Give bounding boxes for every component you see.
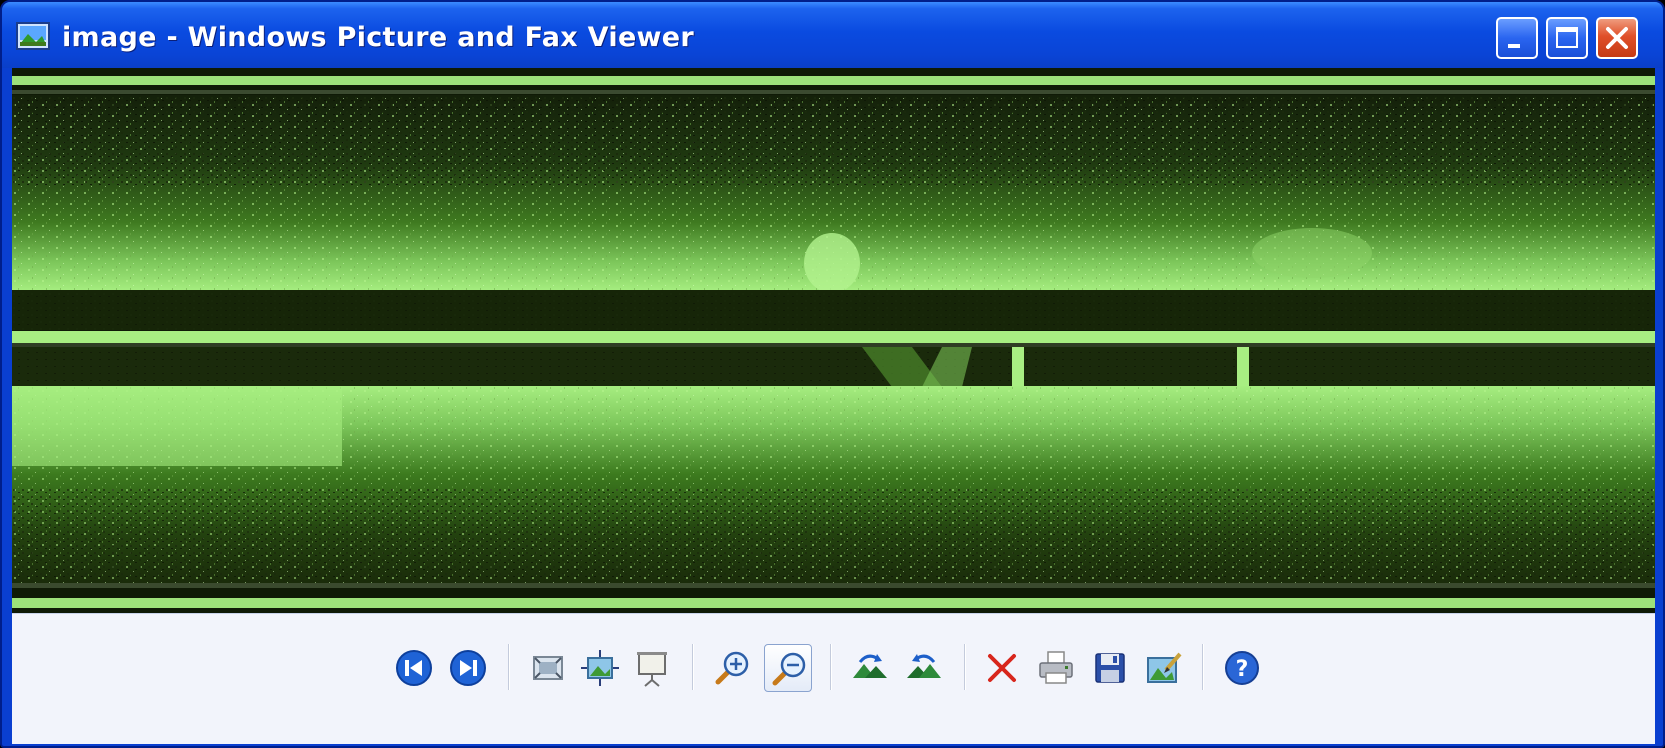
save-icon xyxy=(1095,653,1125,683)
close-button[interactable] xyxy=(1596,17,1638,59)
next-image-button[interactable] xyxy=(446,646,490,690)
zoom-in-button[interactable] xyxy=(710,646,754,690)
print-icon xyxy=(1039,651,1073,684)
next-image-icon xyxy=(450,650,486,686)
print-button[interactable] xyxy=(1034,646,1078,690)
rotate-counterclockwise-button[interactable] xyxy=(902,646,946,690)
rotate-clockwise-icon xyxy=(853,654,887,678)
svg-text:?: ? xyxy=(1236,657,1249,682)
toolbar-separator xyxy=(1202,644,1203,690)
maximize-button[interactable] xyxy=(1546,17,1588,59)
picture-viewer-window: image - Windows Picture and Fax Viewer ? xyxy=(0,0,1665,748)
delete-button[interactable] xyxy=(980,646,1024,690)
displayed-image xyxy=(12,68,1655,613)
previous-image-button[interactable] xyxy=(392,646,436,690)
picture-viewer-icon xyxy=(16,22,50,50)
rotate-counterclockwise-icon xyxy=(907,654,941,678)
help-icon: ? xyxy=(1225,651,1259,685)
toolbar-separator xyxy=(964,644,965,690)
zoom-out-icon xyxy=(772,652,806,686)
slide-show-icon xyxy=(637,652,667,687)
viewer-client-area: ? xyxy=(12,68,1655,744)
help-button[interactable]: ? xyxy=(1220,646,1264,690)
edit-image-button[interactable] xyxy=(1142,646,1186,690)
close-icon xyxy=(1606,27,1628,49)
maximize-icon xyxy=(1556,27,1578,48)
save-button[interactable] xyxy=(1088,646,1132,690)
rotate-clockwise-button[interactable] xyxy=(848,646,892,690)
slide-show-button[interactable] xyxy=(630,646,674,690)
previous-image-icon xyxy=(396,650,432,686)
title-bar[interactable]: image - Windows Picture and Fax Viewer xyxy=(2,2,1663,68)
toolbar: ? xyxy=(12,613,1655,744)
edit-image-icon xyxy=(1147,652,1182,683)
minimize-icon xyxy=(1508,44,1520,48)
best-fit-icon xyxy=(533,656,563,680)
actual-size-icon xyxy=(581,650,619,686)
zoom-out-button[interactable] xyxy=(764,644,812,692)
best-fit-button[interactable] xyxy=(526,646,570,690)
toolbar-separator xyxy=(508,644,509,690)
delete-icon xyxy=(988,654,1016,682)
actual-size-button[interactable] xyxy=(578,646,622,690)
image-display[interactable] xyxy=(12,68,1655,613)
zoom-in-icon xyxy=(715,651,749,685)
window-title: image - Windows Picture and Fax Viewer xyxy=(62,22,695,53)
toolbar-separator xyxy=(692,644,693,690)
minimize-button[interactable] xyxy=(1496,17,1538,59)
toolbar-separator xyxy=(830,644,831,690)
